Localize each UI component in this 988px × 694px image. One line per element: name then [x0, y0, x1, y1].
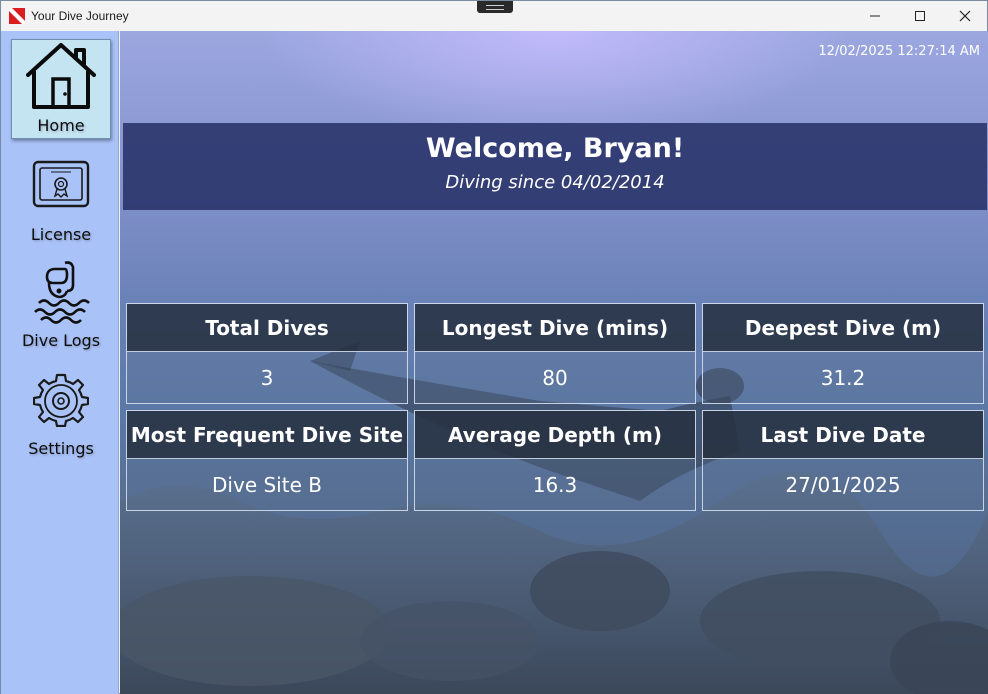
- stat-card-last-dive-date: Last Dive Date 27/01/2025: [702, 410, 984, 511]
- diving-since-subtitle: Diving since 04/02/2014: [445, 172, 665, 193]
- sidebar-item-label: Home: [37, 116, 85, 135]
- stat-label: Average Depth (m): [415, 411, 695, 459]
- license-certificate-icon: [25, 149, 97, 221]
- stat-card-deepest-dive: Deepest Dive (m) 31.2: [702, 303, 984, 404]
- stat-value: Dive Site B: [212, 472, 322, 497]
- stat-value: 27/01/2025: [785, 472, 901, 497]
- stat-label: Most Frequent Dive Site: [127, 411, 407, 459]
- current-datetime: 12/02/2025 12:27:14 AM: [818, 44, 980, 59]
- close-icon: [959, 10, 971, 22]
- minimize-icon: [870, 15, 880, 17]
- stat-value: 31.2: [820, 365, 866, 390]
- sidebar-item-label: License: [30, 225, 92, 244]
- stat-value: 3: [260, 365, 274, 390]
- maximize-button[interactable]: [897, 1, 943, 31]
- stat-card-longest-dive: Longest Dive (mins) 80: [414, 303, 696, 404]
- dashboard-main: 12/02/2025 12:27:14 AM Welcome, Bryan! D…: [120, 31, 988, 694]
- sidebar-item-dive-logs[interactable]: Dive Logs: [11, 255, 111, 355]
- title-bar[interactable]: Your Dive Journey: [1, 1, 987, 31]
- snap-layout-handle[interactable]: [477, 1, 513, 13]
- stat-card-total-dives: Total Dives 3: [126, 303, 408, 404]
- stat-label: Longest Dive (mins): [415, 304, 695, 352]
- window-title: Your Dive Journey: [31, 9, 129, 23]
- stat-label: Deepest Dive (m): [703, 304, 983, 352]
- sidebar-item-settings[interactable]: Settings: [11, 363, 111, 463]
- stat-value: 80: [542, 365, 568, 390]
- close-button[interactable]: [942, 1, 988, 31]
- sidebar-item-label: Settings: [28, 439, 94, 458]
- stat-label: Total Dives: [127, 304, 407, 352]
- maximize-icon: [915, 11, 925, 21]
- sidebar-nav: Home License Dive Logs Settings: [1, 31, 119, 694]
- welcome-title: Welcome, Bryan!: [425, 133, 685, 164]
- sidebar-item-label: Dive Logs: [21, 331, 101, 350]
- welcome-banner: Welcome, Bryan! Diving since 04/02/2014: [123, 123, 987, 210]
- stat-value: 16.3: [532, 472, 578, 497]
- dive-flag-app-icon: [9, 8, 25, 24]
- gear-icon: [25, 363, 97, 435]
- stat-label: Last Dive Date: [703, 411, 983, 459]
- diver-snorkel-icon: [25, 255, 97, 327]
- stat-card-average-depth: Average Depth (m) 16.3: [414, 410, 696, 511]
- sidebar-item-home[interactable]: Home: [11, 39, 111, 139]
- minimize-button[interactable]: [852, 1, 898, 31]
- sidebar-item-license[interactable]: License: [11, 149, 111, 249]
- stat-card-most-frequent-site: Most Frequent Dive Site Dive Site B: [126, 410, 408, 511]
- app-window: Your Dive Journey Home License Dive Logs…: [0, 0, 988, 694]
- home-icon: [25, 40, 97, 112]
